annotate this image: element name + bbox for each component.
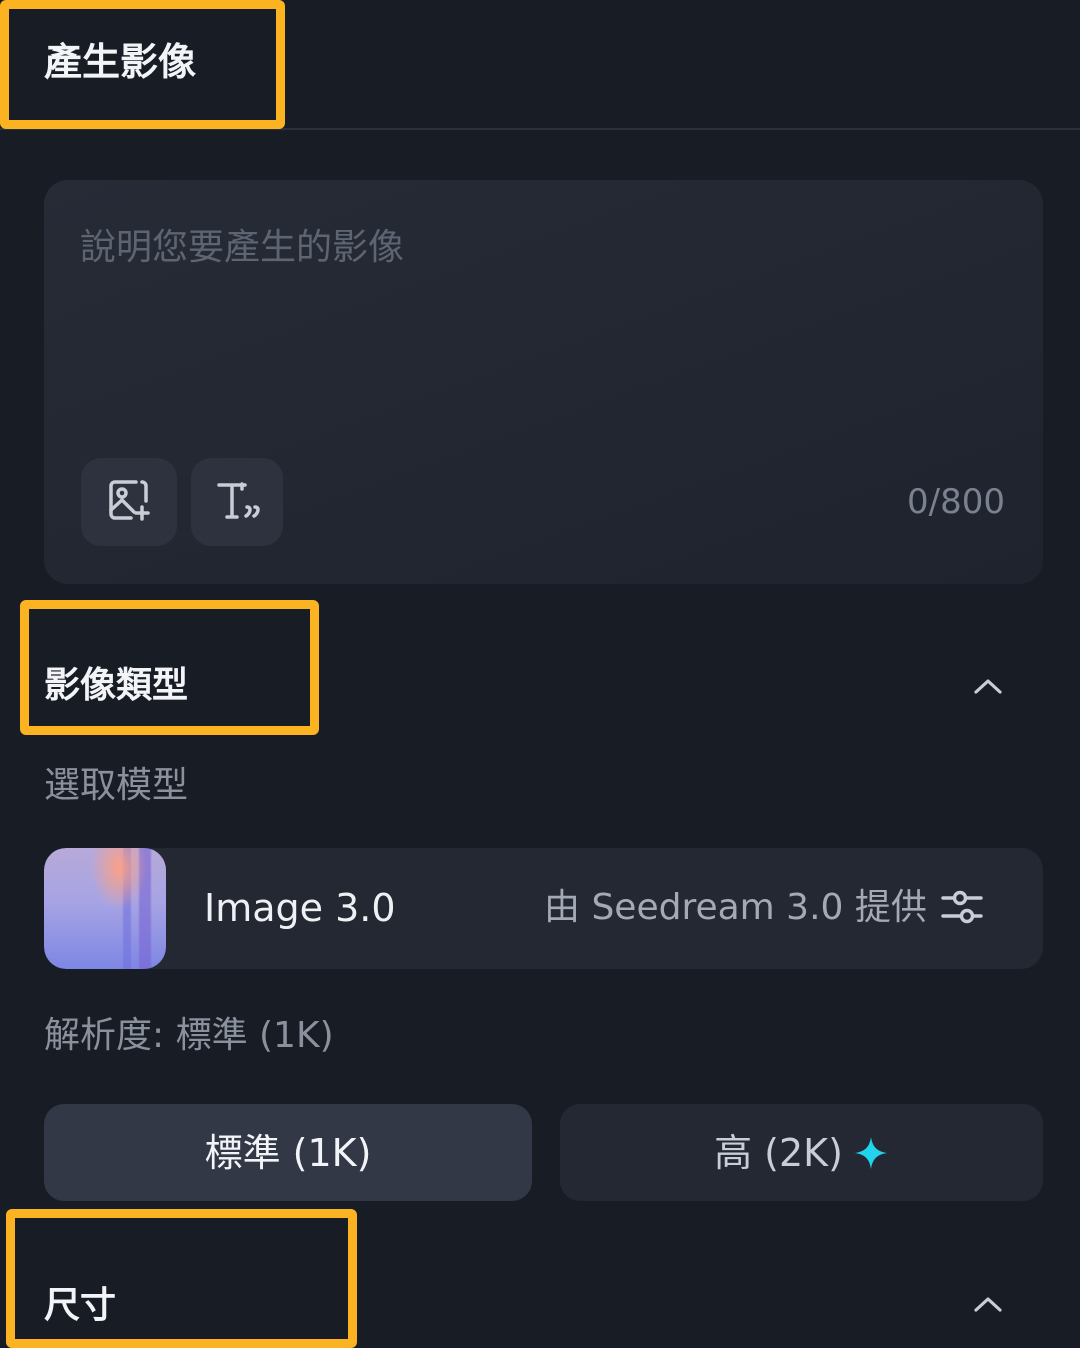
model-select-label: 選取模型 bbox=[44, 765, 189, 806]
sliders-icon bbox=[940, 887, 984, 931]
page-title: 產生影像 bbox=[44, 40, 197, 84]
resolution-high-button[interactable]: 高 (2K) bbox=[560, 1104, 1043, 1201]
image-generation-panel: 產生影像 說明您要產生的影像 0/800 影像類型 選取模型 Image 3.0… bbox=[0, 0, 1080, 1348]
character-counter: 0/800 bbox=[907, 482, 1005, 522]
text-quote-icon bbox=[213, 477, 261, 527]
resolution-standard-button[interactable]: 標準 (1K) bbox=[44, 1104, 532, 1201]
model-name: Image 3.0 bbox=[204, 886, 396, 930]
prompt-card: 0/800 bbox=[44, 180, 1043, 584]
model-selector[interactable]: Image 3.0 由 Seedream 3.0 提供 bbox=[44, 848, 1043, 969]
chevron-up-icon[interactable] bbox=[970, 1286, 1006, 1322]
model-thumbnail bbox=[44, 848, 166, 969]
image-plus-icon bbox=[106, 477, 152, 527]
section-title-image-type: 影像類型 bbox=[44, 665, 189, 706]
add-image-reference-button[interactable] bbox=[81, 458, 177, 546]
chevron-up-icon[interactable] bbox=[970, 668, 1006, 704]
panel-header: 產生影像 bbox=[0, 0, 1080, 130]
prompt-input[interactable] bbox=[80, 224, 980, 424]
text-style-button[interactable] bbox=[191, 458, 283, 546]
sparkle-icon bbox=[853, 1135, 889, 1171]
resolution-label: 解析度: 標準 (1K) bbox=[44, 1015, 334, 1056]
section-title-size: 尺寸 bbox=[44, 1285, 117, 1326]
resolution-option-label: 高 (2K) bbox=[714, 1130, 843, 1175]
model-provider: 由 Seedream 3.0 提供 bbox=[544, 887, 927, 928]
model-settings-button[interactable] bbox=[937, 886, 987, 932]
resolution-option-label: 標準 (1K) bbox=[204, 1130, 372, 1175]
